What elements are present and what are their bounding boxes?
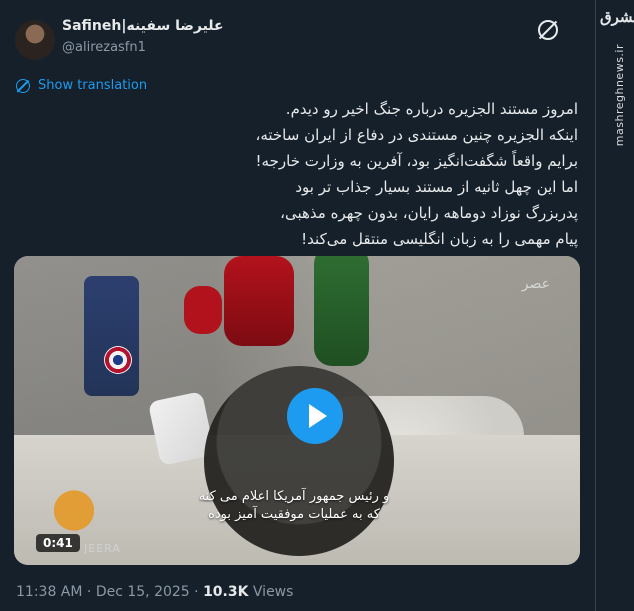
toy-figure-captain <box>84 276 139 396</box>
x-logo-icon <box>538 20 558 40</box>
tweet-date[interactable]: Dec 15, 2025 <box>96 584 190 600</box>
publisher-site: mashreghnews.ir <box>613 44 626 147</box>
tweet-line: برایم واقعاً شگفت‌انگیز بود، آفرین به وز… <box>255 152 578 170</box>
publisher-logo-text: مشرق <box>600 8 634 26</box>
channel-logo: عصر <box>521 276 550 292</box>
show-translation-button[interactable]: Show translation <box>16 78 147 93</box>
meta-separator: · <box>86 584 92 600</box>
subtitle-line: که به عملیات موفقیت آمیز بوده <box>208 507 380 522</box>
author-handle[interactable]: @alirezasfn1 <box>62 40 146 55</box>
toy-figure-small-spider <box>184 286 222 334</box>
views-label: Views <box>252 584 294 600</box>
shield-icon <box>104 346 132 374</box>
publisher-logo: مشرق <box>600 8 634 26</box>
subtitle-line: و رئیس جمهور آمریکا اعلام می کنه <box>198 489 390 504</box>
video-player[interactable]: عصر و رئیس جمهور آمریکا اعلام می کنه که … <box>14 256 580 565</box>
toy-figure-spider <box>224 256 294 346</box>
tweet-text: امروز مستند الجزیره درباره جنگ اخیر رو د… <box>16 96 579 252</box>
tweet-line: امروز مستند الجزیره درباره جنگ اخیر رو د… <box>285 100 578 118</box>
tweet-line: اما این چهل ثانیه از مستند بسیار جذاب تر… <box>295 178 578 196</box>
avatar[interactable] <box>15 20 55 60</box>
tweet-time[interactable]: 11:38 AM <box>16 584 82 600</box>
tweet-meta: 11:38 AM · Dec 15, 2025 · 10.3K Views <box>16 584 293 600</box>
toy-figure-green <box>314 256 369 366</box>
tweet-card: Safineh|علیرضا سفینه @alirezasfn1 Show t… <box>0 0 596 611</box>
tweet-line: اینکه الجزیره چنین مستندی در دفاع از ایر… <box>255 126 579 144</box>
watermark-text: JEERA <box>84 542 121 555</box>
play-button[interactable] <box>287 388 343 444</box>
publisher-watermark: مشرق mashreghnews.ir <box>595 0 634 611</box>
translate-icon <box>16 78 30 93</box>
views-count: 10.3K <box>203 584 249 600</box>
video-subtitles: و رئیس جمهور آمریکا اعلام می کنه که به ع… <box>174 488 414 524</box>
tweet-line: پیام مهمی را به زبان انگلیسی منتقل می‌کن… <box>301 230 578 248</box>
show-translation-label: Show translation <box>38 78 148 93</box>
video-duration: 0:41 <box>36 534 80 552</box>
tweet-line: پدربزرگ نوزاد دوماهه رایان، بدون چهره مذ… <box>280 204 578 222</box>
author-display-name[interactable]: Safineh|علیرضا سفینه <box>62 18 224 34</box>
meta-separator: · <box>194 584 199 600</box>
